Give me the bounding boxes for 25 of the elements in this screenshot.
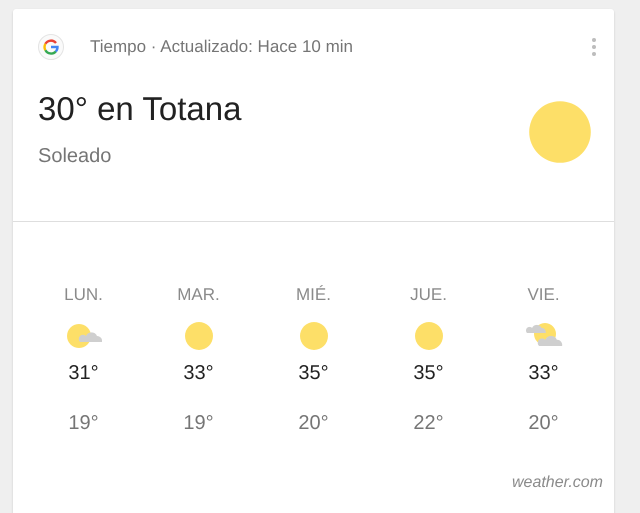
sun-icon (184, 321, 214, 351)
sun-icon (527, 99, 593, 165)
forecast-low: 20° (298, 411, 329, 436)
forecast-high: 35° (298, 361, 329, 386)
forecast-low: 19° (68, 411, 99, 436)
sun-cloud-icon (66, 322, 102, 350)
sun-icon (414, 321, 444, 351)
forecast-day: VIE. (527, 283, 560, 307)
forecast-day: LUN. (64, 283, 103, 307)
current-condition: Soleado (38, 144, 112, 169)
current-temperature-location: 30° en Totana (38, 89, 242, 129)
forecast-high: 33° (528, 361, 559, 386)
forecast-low: 19° (183, 411, 214, 436)
forecast-high: 33° (183, 361, 214, 386)
forecast-day: MAR. (177, 283, 220, 307)
forecast-day: MIÉ. (296, 283, 331, 307)
sun-icon (298, 321, 328, 351)
forecast-high: 35° (413, 361, 444, 386)
card-title: Tiempo · Actualizado: Hace 10 min (90, 36, 353, 58)
logo-icon (38, 34, 64, 60)
forecast-day: JUE. (410, 283, 447, 307)
forecast-high: 31° (68, 361, 99, 386)
forecast-low: 20° (528, 411, 559, 436)
forecast-low: 22° (413, 411, 444, 436)
attribution-link[interactable]: weather.com (512, 471, 603, 495)
